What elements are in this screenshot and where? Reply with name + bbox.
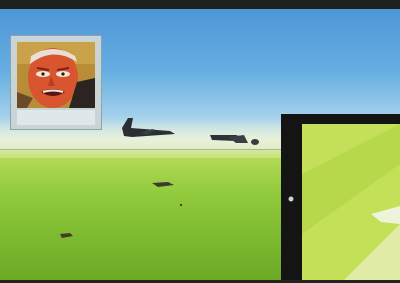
pilot-portrait-panel <box>10 35 102 130</box>
fighter-aircraft-icon <box>210 135 259 145</box>
cockpit-view <box>281 114 400 283</box>
cockpit-canopy <box>281 114 400 283</box>
pilot-portrait-icon <box>17 42 95 108</box>
low-aircraft-2 <box>60 233 73 238</box>
game-screen <box>0 0 400 283</box>
bomber-aircraft-icon <box>122 118 175 137</box>
ground-speck <box>179 203 183 207</box>
portrait-caption-panel <box>17 110 95 125</box>
low-aircraft-1 <box>152 182 174 187</box>
cockpit-rivet <box>288 196 294 202</box>
